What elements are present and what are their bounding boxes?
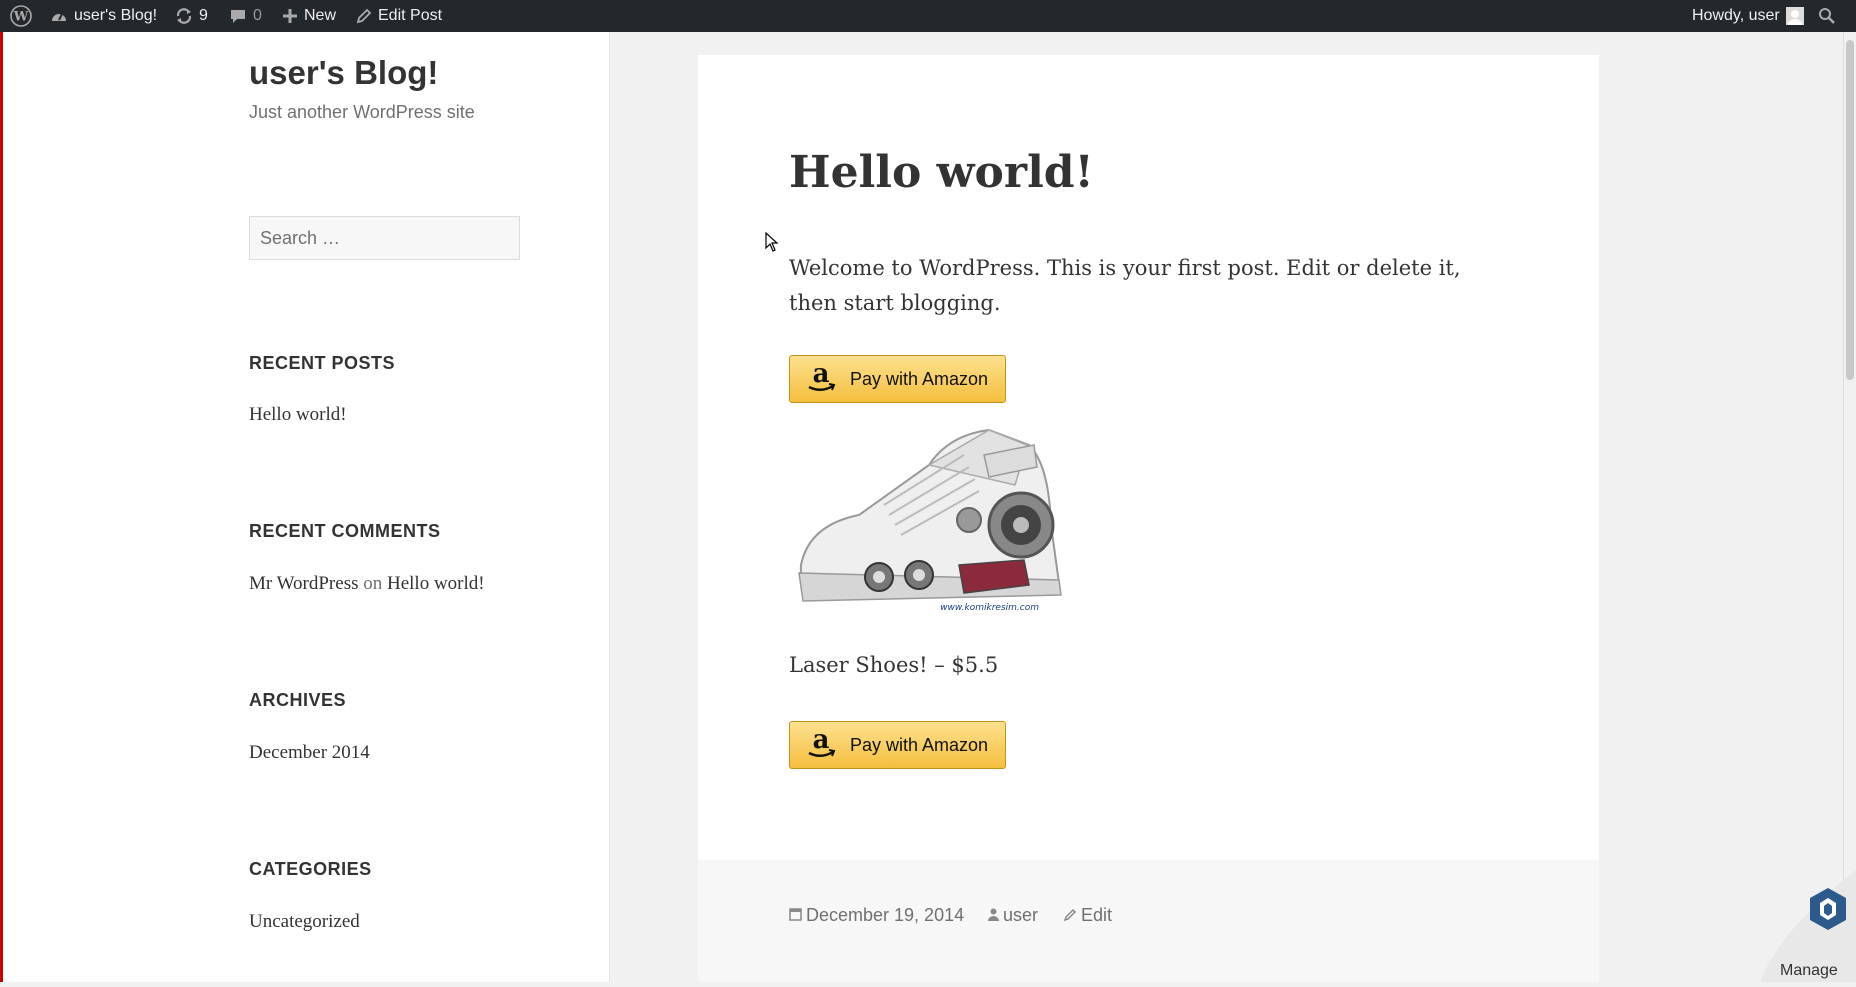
pay-with-amazon-button-2[interactable]: a Pay with Amazon bbox=[789, 721, 1006, 769]
comment-author-link[interactable]: Mr WordPress bbox=[249, 573, 358, 594]
site-name-menu[interactable]: user's Blog! bbox=[50, 0, 157, 32]
plus-icon bbox=[282, 8, 298, 24]
post-date-meta[interactable]: December 19, 2014 bbox=[789, 905, 964, 926]
dashboard-icon bbox=[50, 8, 68, 24]
admin-bar: W user's Blog! 9 0 New Edit Post Howdy, … bbox=[0, 0, 1856, 32]
pencil-icon bbox=[1063, 905, 1077, 926]
svg-text:W: W bbox=[13, 10, 29, 25]
avatar bbox=[1785, 7, 1804, 25]
svg-text:a: a bbox=[813, 726, 830, 755]
updates-count: 9 bbox=[199, 7, 208, 24]
new-content-menu[interactable]: New bbox=[282, 0, 336, 32]
product-price-line: Laser Shoes! – $5.5 bbox=[789, 653, 999, 677]
post-footer: December 19, 2014 user Edit bbox=[698, 860, 1599, 982]
scrollbar-thumb[interactable] bbox=[1846, 40, 1854, 380]
post-author-meta[interactable]: user bbox=[988, 905, 1038, 926]
comments-menu[interactable]: 0 bbox=[229, 0, 262, 32]
post-date: December 19, 2014 bbox=[806, 905, 965, 925]
manage-label: Manage bbox=[1780, 962, 1838, 979]
sidebar: user's Blog! Just another WordPress site… bbox=[3, 32, 610, 982]
new-label: New bbox=[304, 7, 337, 24]
pay-with-amazon-button[interactable]: a Pay with Amazon bbox=[789, 355, 1006, 403]
pay-button-label: Pay with Amazon bbox=[850, 734, 989, 755]
updates-menu[interactable]: 9 bbox=[175, 0, 208, 32]
archive-link[interactable]: December 2014 bbox=[249, 742, 370, 764]
comment-on-text: on bbox=[363, 573, 383, 594]
pay-button-label: Pay with Amazon bbox=[850, 368, 989, 389]
mouse-cursor-icon bbox=[765, 231, 779, 257]
amazon-logo-icon: a bbox=[806, 725, 836, 765]
post-article: Hello world! Welcome to WordPress. This … bbox=[698, 55, 1599, 982]
page-scrollbar[interactable] bbox=[1843, 32, 1856, 982]
updates-icon bbox=[175, 7, 193, 25]
recent-comment-item: Mr WordPress on Hello world! bbox=[249, 573, 485, 595]
user-icon bbox=[988, 905, 999, 926]
manage-widget[interactable]: Manage bbox=[1750, 870, 1856, 982]
edit-post-label: Edit Post bbox=[378, 7, 443, 24]
category-link[interactable]: Uncategorized bbox=[249, 911, 360, 933]
howdy-label: Howdy, user bbox=[1692, 7, 1780, 24]
edit-post-link[interactable]: Edit Post bbox=[356, 0, 442, 32]
admin-search-icon[interactable] bbox=[1818, 0, 1836, 32]
pencil-icon bbox=[356, 8, 372, 24]
comment-icon bbox=[229, 8, 247, 25]
site-title[interactable]: user's Blog! bbox=[249, 54, 438, 92]
comments-count: 0 bbox=[253, 7, 262, 24]
recent-posts-heading: RECENT POSTS bbox=[249, 353, 396, 373]
svg-text:a: a bbox=[813, 360, 830, 389]
wordpress-logo-icon[interactable]: W bbox=[10, 0, 32, 32]
post-title[interactable]: Hello world! bbox=[789, 147, 1094, 198]
post-edit-label: Edit bbox=[1081, 905, 1113, 925]
recent-post-link[interactable]: Hello world! bbox=[249, 404, 347, 426]
search-input[interactable] bbox=[249, 216, 520, 260]
recent-comments-heading: RECENT COMMENTS bbox=[249, 521, 441, 541]
amazon-logo-icon: a bbox=[806, 359, 836, 399]
archives-heading: ARCHIVES bbox=[249, 690, 347, 710]
image-watermark: www.komikresim.com bbox=[940, 603, 1039, 613]
post-edit-link[interactable]: Edit bbox=[1063, 905, 1113, 926]
calendar-icon bbox=[789, 905, 802, 926]
site-name-label: user's Blog! bbox=[74, 7, 158, 24]
post-author: user bbox=[1003, 905, 1039, 925]
comment-post-link[interactable]: Hello world! bbox=[387, 573, 485, 594]
post-content: Welcome to WordPress. This is your first… bbox=[789, 256, 1461, 315]
account-menu[interactable]: Howdy, user bbox=[1692, 0, 1804, 32]
categories-heading: CATEGORIES bbox=[249, 859, 372, 879]
site-description: Just another WordPress site bbox=[249, 102, 475, 122]
laser-shoes-image: www.komikresim.com bbox=[789, 405, 1069, 615]
